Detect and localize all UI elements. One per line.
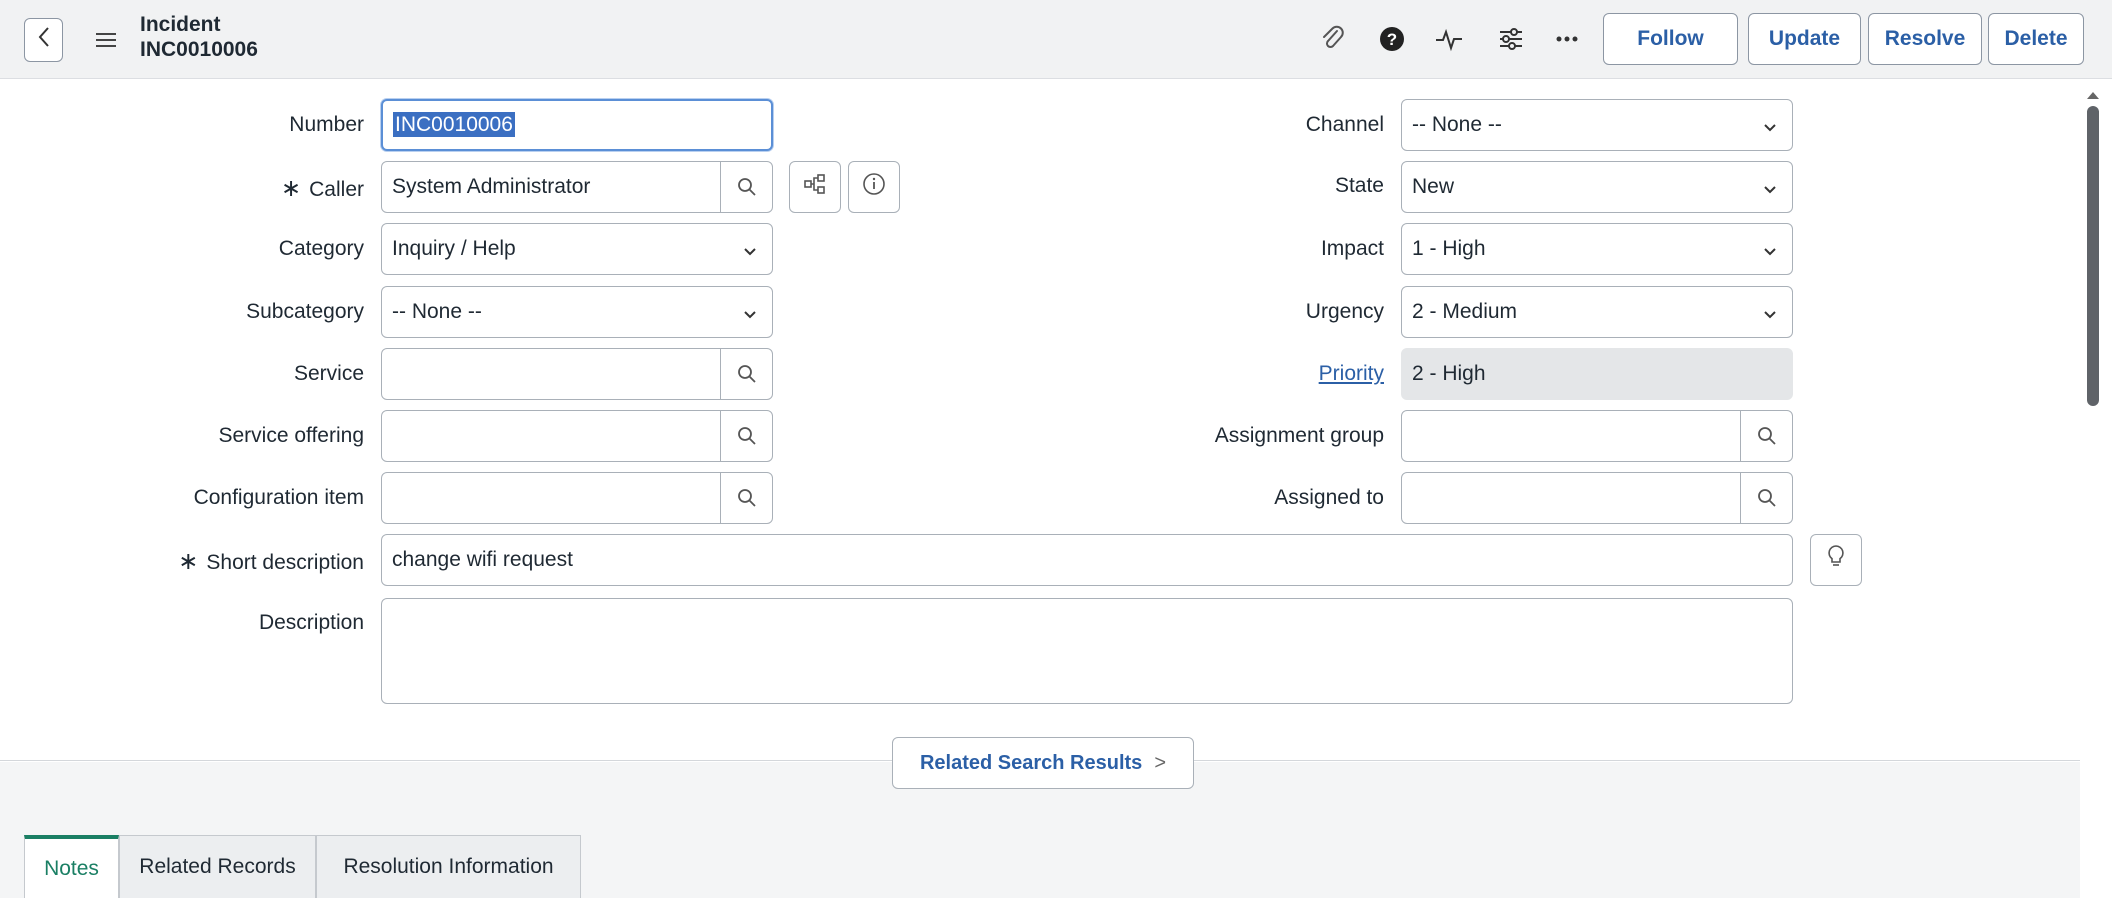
priority-value: 2 - High <box>1412 362 1486 385</box>
suggestions-button[interactable] <box>1810 534 1862 586</box>
assigned-to-search-icon[interactable] <box>1740 473 1792 523</box>
show-dependencies-button[interactable] <box>789 161 841 213</box>
caller-info-button[interactable] <box>848 161 900 213</box>
record-type: Incident <box>140 13 221 36</box>
assigned-to-field[interactable] <box>1401 472 1793 524</box>
activity-icon[interactable] <box>1432 22 1466 56</box>
scrollbar-thumb[interactable] <box>2087 106 2099 406</box>
caller-search-icon[interactable] <box>720 162 772 212</box>
urgency-value: 2 - Medium <box>1412 300 1518 323</box>
description-value <box>382 599 392 609</box>
delete-button[interactable]: Delete <box>1988 13 2084 65</box>
subcategory-label: Subcategory <box>246 300 364 323</box>
related-search-results-button[interactable]: Related Search Results > <box>892 737 1194 789</box>
description-label: Description <box>258 611 364 634</box>
impact-select[interactable]: 1 - High <box>1401 223 1793 275</box>
related-search-label: Related Search Results <box>919 751 1143 774</box>
configuration-item-search-icon[interactable] <box>720 473 772 523</box>
short-description-field[interactable]: change wifi request <box>381 534 1793 586</box>
chevron-down-icon <box>1762 179 1778 203</box>
required-marker: ∗ <box>281 175 302 202</box>
channel-value: -- None -- <box>1412 113 1502 136</box>
required-marker: ∗ <box>178 548 199 575</box>
state-value: New <box>1412 175 1455 198</box>
category-label: Category <box>278 237 364 260</box>
dependency-icon <box>803 173 827 201</box>
tab-resolution-information[interactable]: Resolution Information <box>316 835 581 898</box>
priority-field: 2 - High <box>1401 348 1793 400</box>
assignment-group-field[interactable] <box>1401 410 1793 462</box>
short-description-label: ∗ Short description <box>178 548 364 575</box>
follow-button[interactable]: Follow <box>1603 13 1738 65</box>
settings-sliders-icon[interactable] <box>1494 22 1528 56</box>
subcategory-select[interactable]: -- None -- <box>381 286 773 338</box>
resolve-button[interactable]: Resolve <box>1868 13 1982 65</box>
chevron-down-icon <box>742 304 758 328</box>
subcategory-value: -- None -- <box>392 300 482 323</box>
record-title: Incident INC0010006 <box>140 12 258 62</box>
record-number: INC0010006 <box>140 38 258 61</box>
chevron-down-icon <box>1762 117 1778 141</box>
tab-related-records[interactable]: Related Records <box>119 835 316 898</box>
lightbulb-icon <box>1826 544 1846 576</box>
hamburger-menu-icon[interactable] <box>96 26 116 54</box>
chevron-down-icon <box>1762 304 1778 328</box>
caller-value: System Administrator <box>392 175 591 198</box>
number-field[interactable]: INC0010006 <box>381 99 773 151</box>
channel-label: Channel <box>1305 113 1384 136</box>
back-button[interactable] <box>24 18 63 62</box>
state-select[interactable]: New <box>1401 161 1793 213</box>
assignment-group-label: Assignment group <box>1214 424 1384 447</box>
description-textarea[interactable] <box>381 598 1793 704</box>
urgency-select[interactable]: 2 - Medium <box>1401 286 1793 338</box>
tab-notes[interactable]: Notes <box>24 835 119 898</box>
category-select[interactable]: Inquiry / Help <box>381 223 773 275</box>
short-description-value: change wifi request <box>392 548 573 571</box>
back-icon <box>37 26 51 54</box>
help-icon[interactable]: ? <box>1375 22 1409 56</box>
paperclip-icon[interactable] <box>1316 22 1350 56</box>
assigned-to-label: Assigned to <box>1274 486 1384 509</box>
configuration-item-field[interactable] <box>381 472 773 524</box>
impact-value: 1 - High <box>1412 237 1486 260</box>
chevron-down-icon <box>1762 241 1778 265</box>
caller-field[interactable]: System Administrator <box>381 161 773 213</box>
configuration-item-label: Configuration item <box>193 486 364 509</box>
service-offering-label: Service offering <box>218 424 364 447</box>
impact-label: Impact <box>1320 237 1384 260</box>
number-label: Number <box>289 113 364 136</box>
service-field[interactable] <box>381 348 773 400</box>
scroll-up-arrow-icon[interactable] <box>2086 82 2100 106</box>
chevron-right-icon: > <box>1154 751 1166 774</box>
channel-select[interactable]: -- None -- <box>1401 99 1793 151</box>
record-header: Incident INC0010006 ? Follow Update Reso… <box>0 0 2112 79</box>
category-value: Inquiry / Help <box>392 237 516 260</box>
chevron-down-icon <box>742 241 758 265</box>
caller-label: ∗ Caller <box>281 175 364 202</box>
priority-link[interactable]: Priority <box>1319 362 1384 386</box>
service-label: Service <box>293 362 364 385</box>
svg-text:?: ? <box>1387 30 1397 49</box>
service-offering-field[interactable] <box>381 410 773 462</box>
info-icon <box>862 172 886 202</box>
urgency-label: Urgency <box>1305 300 1384 323</box>
update-button[interactable]: Update <box>1748 13 1861 65</box>
service-search-icon[interactable] <box>720 349 772 399</box>
number-value: INC0010006 <box>393 112 515 137</box>
assignment-group-search-icon[interactable] <box>1740 411 1792 461</box>
service-offering-search-icon[interactable] <box>720 411 772 461</box>
more-icon[interactable] <box>1550 22 1584 56</box>
state-label: State <box>1334 174 1384 197</box>
